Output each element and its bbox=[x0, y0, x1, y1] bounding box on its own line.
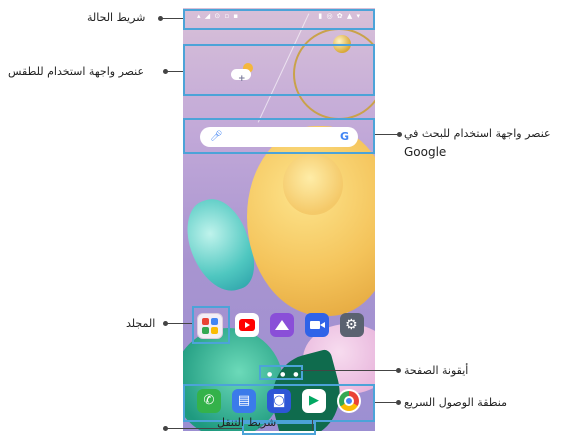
search-widget-highlight bbox=[183, 118, 375, 154]
youtube-icon[interactable] bbox=[235, 313, 259, 337]
callout-google-search-line2: Google bbox=[404, 145, 447, 159]
callout-weather-widget: عنصر واجهة استخدام للطقس bbox=[8, 65, 145, 78]
weather-widget-highlight bbox=[183, 44, 375, 96]
quick-access-highlight bbox=[183, 384, 375, 422]
callout-folder: المجلد bbox=[126, 317, 156, 330]
video-icon[interactable] bbox=[305, 313, 329, 337]
callout-page-icon: أيقونة الصفحة bbox=[404, 364, 469, 377]
gear-icon[interactable]: ⚙ bbox=[340, 313, 364, 337]
page-icon-highlight bbox=[259, 365, 303, 380]
status-bar-highlight bbox=[183, 9, 375, 30]
callout-google-search-line1: عنصر واجهة استخدام للبحث في bbox=[404, 127, 551, 140]
callout-quick-access: منطقة الوصول السريع bbox=[404, 396, 508, 409]
gallery-icon[interactable] bbox=[270, 313, 294, 337]
callout-status-bar: شريط الحالة bbox=[87, 11, 146, 24]
folder-highlight bbox=[192, 306, 230, 344]
